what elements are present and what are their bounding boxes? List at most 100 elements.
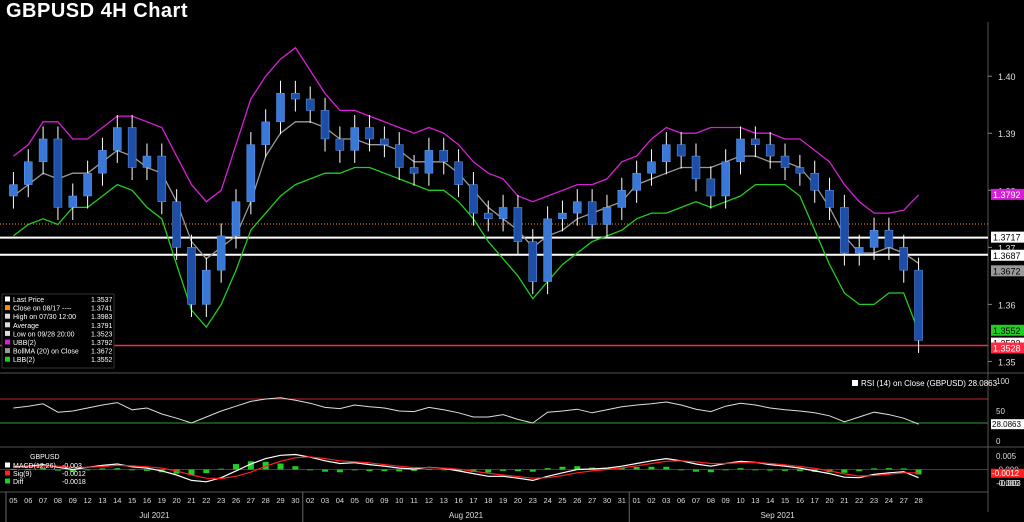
date-tick-label: 14 [766, 496, 774, 505]
date-tick-label: 19 [499, 496, 507, 505]
legend-label: Low on 09/28 20:00 [13, 331, 75, 338]
candle-body [513, 207, 523, 242]
date-tick-label: 27 [900, 496, 908, 505]
price-tag-label: 1.3672 [993, 266, 1021, 276]
date-tick-label: 14 [113, 496, 121, 505]
macd-diff-bar [203, 469, 210, 474]
candle-body [68, 195, 78, 208]
macd-diff-bar [292, 466, 299, 470]
candle-body [53, 138, 63, 208]
macd-diff-bar [722, 469, 729, 471]
price-tag-label: 1.3528 [993, 343, 1021, 353]
date-tick-label: 24 [885, 496, 893, 505]
date-tick-label: 15 [781, 496, 789, 505]
price-tick-label: 1.35 [998, 357, 1016, 367]
candle-body [914, 269, 923, 341]
candle-body [98, 150, 107, 174]
price-tick-label: 1.40 [998, 72, 1016, 82]
date-tick-label: 25 [558, 496, 566, 505]
legend-value: 1.3792 [91, 340, 113, 347]
macd-legend-value: -0.0018 [62, 479, 86, 486]
macd-diff-bar [767, 469, 774, 471]
candle-body [558, 212, 567, 220]
macd-tick-label: 0.005 [996, 452, 1017, 461]
date-tick-label: 22 [202, 496, 210, 505]
candle-body [484, 212, 493, 220]
legend-swatch [5, 322, 10, 328]
candle-body [424, 150, 434, 174]
macd-legend-value: -0.003 [62, 463, 82, 470]
date-tick-label: 18 [484, 496, 492, 505]
macd-diff-bar [693, 469, 699, 472]
price-tick-label: 1.36 [998, 300, 1016, 310]
date-tick-label: 20 [825, 496, 833, 505]
legend-swatch [5, 356, 10, 362]
macd-diff-bar [559, 466, 566, 470]
candle-body [9, 184, 18, 197]
legend-value: 1.3552 [91, 357, 113, 364]
candle-body [305, 98, 315, 111]
candle-body [528, 241, 538, 282]
legend-swatch [5, 296, 10, 302]
candle-body [795, 167, 805, 174]
macd-tag-label: -0.003 [998, 479, 1021, 488]
candle-body [706, 178, 716, 197]
date-tick-label: 15 [128, 496, 136, 505]
date-axis: 05 06 07 08 09 12 13 14 15 16 19 20 21 22 23 26 27 28 29 30… [5, 492, 923, 522]
legend-value: 1.3523 [91, 331, 113, 338]
date-tick-label: 07 [692, 496, 700, 505]
macd-legend-label: Sig(9) [13, 471, 32, 478]
date-tick-label: 30 [291, 496, 299, 505]
macd-legend-label: Diff [13, 479, 23, 486]
candle-body [157, 155, 167, 202]
panel-frames [0, 22, 1024, 512]
macd-diff-bar [233, 464, 239, 470]
date-tick-label: 11 [410, 496, 418, 505]
date-tick-label: 28 [262, 496, 270, 505]
candle-body [172, 201, 181, 248]
date-tick-label: 19 [158, 496, 166, 505]
date-tick-label: 07 [39, 496, 47, 505]
rsi-panel: RSI (14) on Close (GBPUSD) 28.0863100 50 0… [0, 377, 1024, 446]
date-tick-label: 16 [454, 496, 462, 505]
candle-body [187, 247, 196, 305]
date-tick-label: 10 [395, 496, 403, 505]
legend-label: UBB(2) [13, 340, 36, 347]
date-tick-label: 21 [187, 496, 195, 505]
macd-diff-bar [500, 469, 507, 471]
macd-diff-bar [351, 469, 358, 471]
date-tick-label: 13 [440, 496, 448, 505]
candle-body [840, 207, 849, 254]
date-tick-label: 26 [573, 496, 581, 505]
macd-diff-bar [900, 468, 907, 470]
candle-body [602, 207, 612, 225]
candle-body [261, 121, 270, 145]
candle-body [380, 138, 389, 145]
candle-body [543, 218, 552, 282]
candle-body [676, 144, 686, 157]
date-tick-label: 24 [543, 496, 551, 505]
candle-body [142, 155, 152, 168]
date-tick-label: 06 [365, 496, 373, 505]
date-tick-label: 23 [217, 496, 225, 505]
date-tick-label: 13 [751, 496, 759, 505]
macd-diff-bar [529, 469, 536, 472]
candle-body [439, 150, 448, 163]
candle-body [736, 138, 745, 163]
legend-swatch [5, 313, 10, 319]
macd-diff-bar [336, 469, 343, 473]
date-tick-label: 12 [83, 496, 91, 505]
rsi-tick-label: 100 [996, 377, 1010, 386]
macd-diff-bar [782, 469, 789, 471]
macd-legend-value: -0.0012 [62, 471, 86, 478]
macd-diff-bar [114, 468, 121, 470]
macd-diff-bar [322, 469, 329, 472]
candle-body [454, 161, 463, 185]
legend-label: BollMA (20) on Close [13, 349, 79, 356]
macd-diff-bar [411, 469, 418, 471]
macd-diff-bar [366, 469, 373, 472]
legend-value: 1.3672 [91, 349, 113, 356]
macd-diff-bar [143, 469, 150, 471]
candle-body [765, 144, 775, 157]
candle-body [216, 235, 226, 271]
